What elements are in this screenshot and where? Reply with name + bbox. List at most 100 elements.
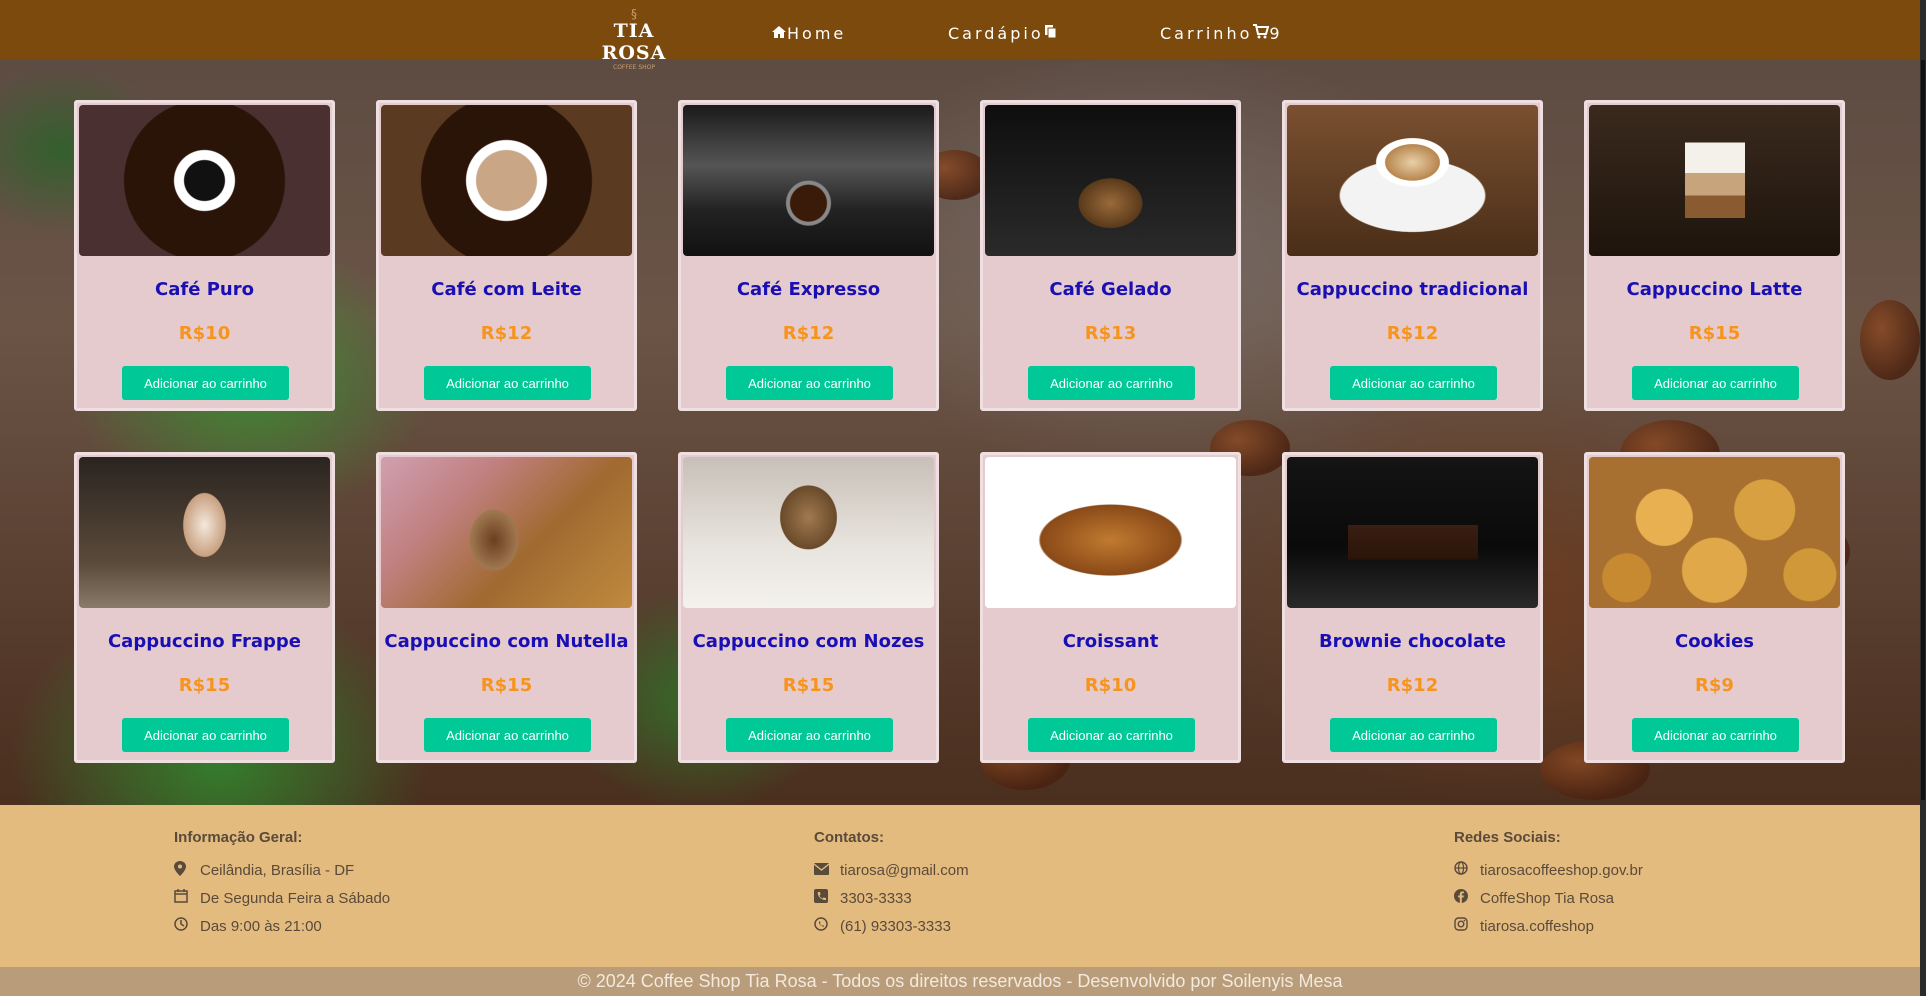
product-image — [1287, 457, 1538, 608]
product-card: Cappuccino Latte R$15 Adicionar ao carri… — [1584, 100, 1845, 411]
calendar-icon — [174, 889, 200, 907]
footer-contacts-column: Contatos: tiarosa@gmail.com 3303-3333 (6… — [813, 829, 969, 940]
footer: Informação Geral: Ceilândia, Brasília - … — [0, 805, 1920, 967]
product-name: Café Puro — [155, 279, 254, 300]
nav-carrinho[interactable]: Carrinho 9 — [1160, 24, 1283, 43]
product-card: Cappuccino tradicional R$12 Adicionar ao… — [1282, 100, 1543, 411]
add-to-cart-button[interactable]: Adicionar ao carrinho — [1632, 718, 1799, 752]
cart-icon — [1252, 24, 1270, 43]
add-to-cart-button[interactable]: Adicionar ao carrinho — [726, 366, 893, 400]
product-image — [1589, 457, 1840, 608]
product-card: Café Expresso R$12 Adicionar ao carrinho — [678, 100, 939, 411]
product-card: Café Gelado R$13 Adicionar ao carrinho — [980, 100, 1241, 411]
nav-cardapio-label: Cardápio — [948, 24, 1044, 43]
product-name: Café Gelado — [1049, 279, 1172, 300]
add-to-cart-button[interactable]: Adicionar ao carrinho — [1028, 366, 1195, 400]
product-price: R$12 — [480, 323, 533, 344]
map-pin-icon — [174, 860, 200, 880]
footer-info-title: Informação Geral: — [174, 829, 303, 846]
footer-hours: Das 9:00 às 21:00 — [174, 912, 390, 940]
product-image — [683, 457, 934, 608]
add-to-cart-button[interactable]: Adicionar ao carrinho — [122, 718, 289, 752]
phone-icon — [814, 889, 840, 907]
product-card: Cookies R$9 Adicionar ao carrinho — [1584, 452, 1845, 763]
globe-icon — [1454, 861, 1480, 879]
product-image — [79, 105, 330, 256]
product-name: Brownie chocolate — [1318, 631, 1507, 652]
copyright-bar: © 2024 Coffee Shop Tia Rosa - Todos os d… — [0, 967, 1920, 996]
scrollbar-thumb[interactable] — [1921, 60, 1925, 800]
product-image — [79, 457, 330, 608]
navbar: § TIA ROSA COFFEE SHOP Home Cardápio Car… — [0, 0, 1920, 71]
product-name: Cappuccino tradicional — [1296, 279, 1529, 300]
footer-contacts-title: Contatos: — [814, 829, 884, 846]
product-card: Café Puro R$10 Adicionar ao carrinho — [74, 100, 335, 411]
add-to-cart-button[interactable]: Adicionar ao carrinho — [424, 718, 591, 752]
product-price: R$15 — [782, 675, 835, 696]
product-price: R$10 — [1084, 675, 1137, 696]
product-price: R$12 — [1386, 675, 1439, 696]
product-image — [1589, 105, 1840, 256]
clock-icon — [174, 917, 200, 935]
add-to-cart-button[interactable]: Adicionar ao carrinho — [424, 366, 591, 400]
add-to-cart-button[interactable]: Adicionar ao carrinho — [1330, 366, 1497, 400]
footer-website[interactable]: tiarosacoffeeshop.gov.br — [1454, 856, 1643, 884]
home-icon — [771, 24, 787, 43]
footer-social-title: Redes Sociais: — [1454, 829, 1561, 846]
add-to-cart-button[interactable]: Adicionar ao carrinho — [1632, 366, 1799, 400]
nav-home[interactable]: Home — [771, 24, 846, 43]
product-image — [381, 105, 632, 256]
logo[interactable]: § TIA ROSA COFFEE SHOP — [588, 7, 680, 71]
product-price: R$15 — [480, 675, 533, 696]
whatsapp-icon — [814, 917, 840, 935]
facebook-icon — [1454, 889, 1480, 907]
product-card: Café com Leite R$12 Adicionar ao carrinh… — [376, 100, 637, 411]
footer-whatsapp[interactable]: (61) 93303-3333 — [814, 912, 969, 940]
product-card: Brownie chocolate R$12 Adicionar ao carr… — [1282, 452, 1543, 763]
product-image — [1287, 105, 1538, 256]
footer-email[interactable]: tiarosa@gmail.com — [813, 856, 969, 884]
footer-facebook[interactable]: CoffeShop Tia Rosa — [1454, 884, 1643, 912]
instagram-icon — [1454, 917, 1480, 935]
product-name: Cappuccino Latte — [1626, 279, 1803, 300]
product-card: Cappuccino Frappe R$15 Adicionar ao carr… — [74, 452, 335, 763]
footer-days: De Segunda Feira a Sábado — [174, 884, 390, 912]
product-image — [985, 457, 1236, 608]
add-to-cart-button[interactable]: Adicionar ao carrinho — [726, 718, 893, 752]
copy-icon — [1044, 24, 1058, 43]
logo-text: TIA ROSA — [601, 20, 667, 64]
product-card: Cappuccino com Nutella R$15 Adicionar ao… — [376, 452, 637, 763]
footer-social-column: Redes Sociais: tiarosacoffeeshop.gov.br … — [1454, 829, 1643, 940]
steam-icon: § — [631, 7, 637, 21]
add-to-cart-button[interactable]: Adicionar ao carrinho — [1330, 718, 1497, 752]
product-card: Croissant R$10 Adicionar ao carrinho — [980, 452, 1241, 763]
product-image — [381, 457, 632, 608]
nav-cardapio[interactable]: Cardápio — [948, 24, 1058, 43]
cart-count: 9 — [1269, 24, 1283, 43]
product-image — [985, 105, 1236, 256]
product-name: Cappuccino com Nutella — [384, 631, 629, 652]
product-price: R$10 — [178, 323, 231, 344]
add-to-cart-button[interactable]: Adicionar ao carrinho — [122, 366, 289, 400]
product-price: R$12 — [1386, 323, 1439, 344]
product-price: R$12 — [782, 323, 835, 344]
nav-home-label: Home — [787, 24, 847, 43]
product-image — [683, 105, 934, 256]
product-price: R$15 — [178, 675, 231, 696]
footer-instagram[interactable]: tiarosa.coffeshop — [1454, 912, 1643, 940]
product-name: Café Expresso — [736, 279, 881, 300]
add-to-cart-button[interactable]: Adicionar ao carrinho — [1028, 718, 1195, 752]
product-name: Cappuccino com Nozes — [692, 631, 925, 652]
product-name: Croissant — [1062, 631, 1159, 652]
product-name: Cookies — [1674, 631, 1754, 652]
envelope-icon — [813, 862, 840, 879]
product-price: R$9 — [1695, 675, 1734, 696]
product-price: R$15 — [1688, 323, 1741, 344]
footer-info-column: Informação Geral: Ceilândia, Brasília - … — [174, 829, 390, 940]
logo-subtitle: COFFEE SHOP — [613, 64, 655, 71]
footer-phone[interactable]: 3303-3333 — [814, 884, 969, 912]
product-name: Cappuccino Frappe — [107, 631, 302, 652]
product-price: R$13 — [1084, 323, 1137, 344]
footer-address: Ceilândia, Brasília - DF — [174, 856, 390, 884]
product-card: Cappuccino com Nozes R$15 Adicionar ao c… — [678, 452, 939, 763]
